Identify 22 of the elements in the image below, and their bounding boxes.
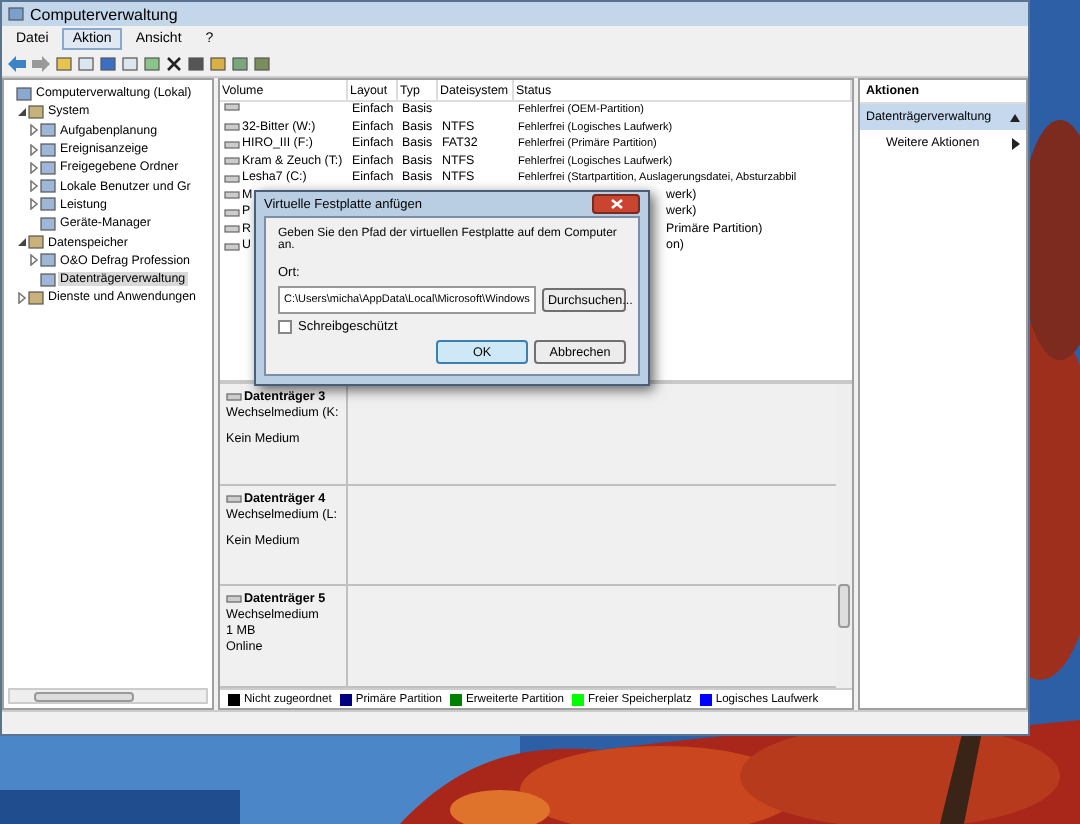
expand-arrow-icon[interactable] [28,143,40,156]
checkbox[interactable] [278,320,292,334]
expand-arrow-icon[interactable] [16,291,28,304]
drive-icon [226,594,242,605]
drive-icon [226,392,242,402]
expand-arrow-icon[interactable] [28,254,40,267]
collapse-arrow-icon[interactable] [16,236,28,249]
close-button[interactable] [592,194,640,214]
window-title: Computerverwaltung [30,5,178,23]
expand-arrow-icon[interactable] [28,161,40,174]
forward-arrow-icon[interactable] [32,56,50,72]
collapse-icon [1010,113,1020,121]
app-icon [8,6,24,22]
expand-arrow-icon[interactable] [28,180,40,193]
delete-icon[interactable] [166,56,182,72]
expand-arrow-icon[interactable] [28,124,40,137]
drive-icon [226,493,242,504]
submenu-arrow-icon [1012,137,1020,149]
expand-arrow-icon[interactable] [28,198,40,211]
collapse-arrow-icon[interactable] [16,105,28,118]
back-arrow-icon[interactable] [8,56,26,72]
close-icon [609,198,623,210]
